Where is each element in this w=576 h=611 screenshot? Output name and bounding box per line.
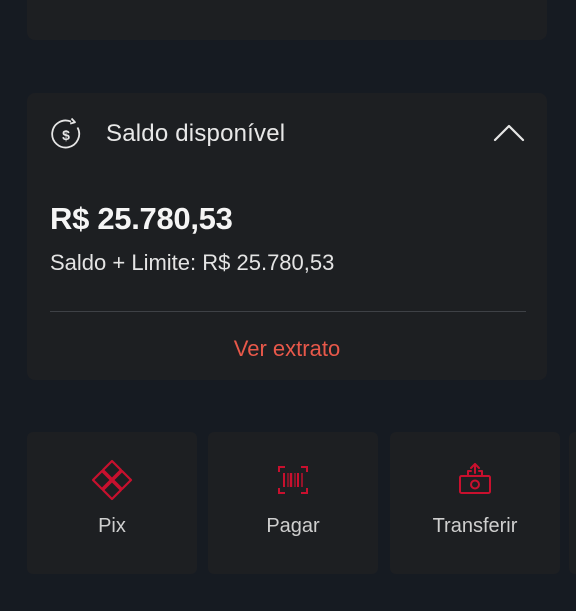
svg-text:$: $ bbox=[62, 127, 70, 143]
next-action-tile-partial[interactable] bbox=[569, 432, 576, 574]
transfer-button[interactable]: Transferir bbox=[390, 432, 560, 574]
barcode-icon bbox=[278, 466, 308, 494]
chevron-up-icon[interactable] bbox=[492, 121, 526, 143]
balance-card: $ Saldo disponível R$ 25.780,53 Saldo + … bbox=[27, 93, 547, 380]
transfer-label: Transferir bbox=[432, 515, 518, 537]
view-statement-link[interactable]: Ver extrato bbox=[27, 336, 547, 362]
pix-button[interactable]: Pix bbox=[27, 432, 197, 574]
pay-button[interactable]: Pagar bbox=[208, 432, 378, 574]
pix-icon bbox=[91, 459, 133, 501]
pay-label: Pagar bbox=[266, 515, 320, 537]
dollar-refresh-icon: $ bbox=[51, 117, 81, 149]
pix-label: Pix bbox=[98, 515, 126, 537]
balance-limit: Saldo + Limite: R$ 25.780,53 bbox=[50, 250, 335, 275]
balance-value: R$ 25.780,53 bbox=[50, 201, 233, 236]
transfer-icon bbox=[459, 463, 491, 494]
divider bbox=[50, 311, 526, 312]
partial-icon bbox=[102, 0, 138, 1]
top-card-partial[interactable] bbox=[27, 0, 547, 40]
balance-title: Saldo disponível bbox=[106, 120, 286, 147]
